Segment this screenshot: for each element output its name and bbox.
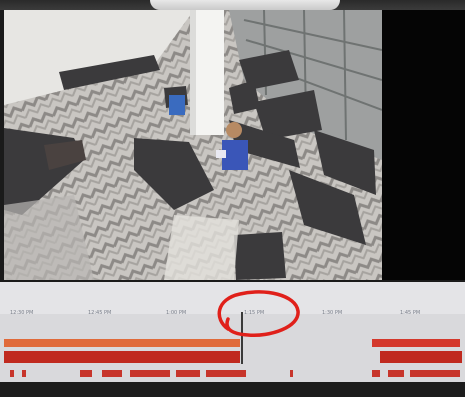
event-marker[interactable]: [410, 370, 460, 377]
empty-camera-tile[interactable]: [382, 10, 465, 280]
camera-video-feed[interactable]: [4, 10, 382, 280]
recording-track-bar[interactable]: [380, 351, 462, 363]
ruler-tick: 1:00 PM: [166, 310, 187, 316]
event-marker[interactable]: [372, 370, 380, 377]
event-marker[interactable]: [290, 370, 293, 377]
event-marker[interactable]: [176, 370, 200, 377]
lobby-scene-image: [4, 10, 382, 280]
event-marker[interactable]: [388, 370, 404, 377]
event-marker[interactable]: [206, 370, 246, 377]
ruler-tick: 12:45 PM: [88, 310, 112, 316]
event-marker[interactable]: [22, 370, 26, 377]
ruler-tick: 1:45 PM: [400, 310, 421, 316]
event-marker[interactable]: [130, 370, 170, 377]
event-marker[interactable]: [10, 370, 14, 377]
ruler-tick: 12:30 PM: [10, 310, 34, 316]
event-marker[interactable]: [80, 370, 92, 377]
motion-track-bar[interactable]: [4, 339, 240, 347]
ruler-tick: 1:30 PM: [322, 310, 343, 316]
footer-bar: [0, 382, 465, 397]
motion-track-bar[interactable]: [372, 339, 460, 347]
red-circle-annotation: [217, 290, 300, 337]
event-marker[interactable]: [102, 370, 122, 377]
recording-track-bar[interactable]: [4, 351, 240, 363]
camera-title-tab[interactable]: [150, 0, 340, 10]
